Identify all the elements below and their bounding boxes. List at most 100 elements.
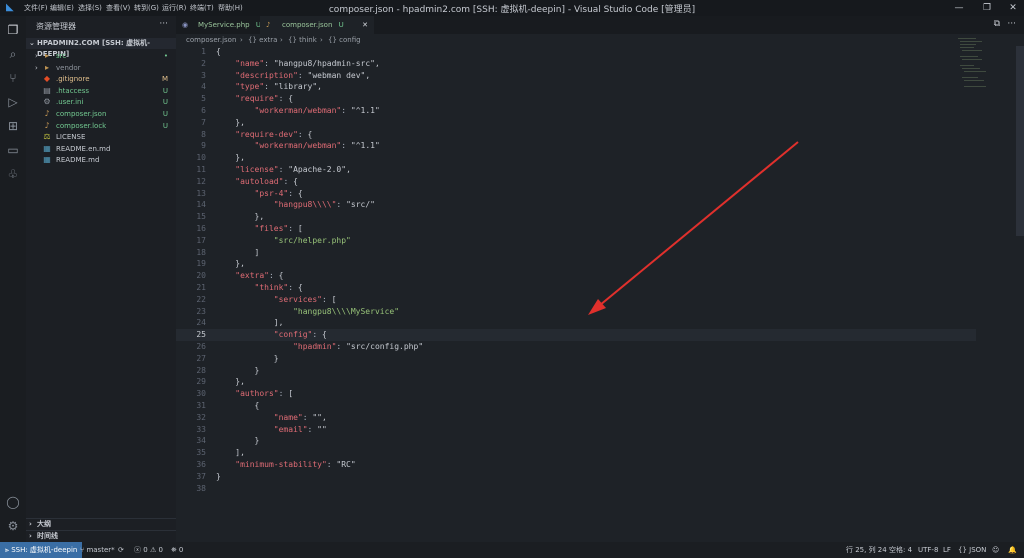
language-mode[interactable]: {} JSON [958, 542, 986, 558]
extensions-icon[interactable]: ⊞ [5, 118, 21, 134]
code-text: "autoload": { [235, 176, 298, 186]
feedback-icon[interactable]: ☺ [992, 542, 999, 558]
tree-item[interactable]: ▦ README.md [26, 155, 176, 166]
line-number: 17 [196, 235, 206, 245]
code-line: 28 } [176, 365, 976, 377]
tree-item-label: README.md [56, 156, 100, 165]
editor-more-icon[interactable]: ··· [1007, 19, 1016, 29]
tree-item[interactable]: › ▸ src • [26, 51, 176, 62]
code-line: 38 [176, 483, 976, 495]
run-debug-icon[interactable]: ▷ [5, 94, 21, 110]
code-line: 29 }, [176, 376, 976, 388]
ports-indicator[interactable]: ⛯ 0 [171, 542, 183, 558]
sync-icon[interactable]: ⟳ [118, 542, 124, 558]
timeline-section[interactable]: › 时间线 [26, 530, 176, 542]
line-number: 38 [196, 483, 206, 493]
close-tab-icon[interactable]: ✕ [362, 16, 368, 34]
line-number: 20 [196, 271, 206, 281]
tree-item[interactable]: ▦ README.en.md [26, 144, 176, 155]
tab-bar: ◉ MyService.php U ♪ composer.json U ✕ ⧉ … [176, 16, 1024, 34]
markdown-icon: ▦ [43, 155, 51, 165]
tree-item-label: .gitignore [56, 75, 90, 84]
chevron-right-icon: › [240, 36, 243, 44]
line-number: 16 [196, 224, 206, 233]
breadcrumb-item[interactable]: {} extra [248, 34, 277, 46]
line-number: 5 [201, 94, 206, 104]
problems-indicator[interactable]: ⓧ 0 ⚠ 0 [134, 542, 163, 558]
chevron-right-icon: › [29, 532, 32, 540]
indentation[interactable]: 空格: 4 [889, 542, 912, 558]
tree-item[interactable]: ⚙ .user.ini U [26, 97, 176, 108]
tree-item-label: composer.json [56, 110, 107, 118]
settings-gear-icon[interactable]: ⚙ [5, 518, 21, 534]
tree-item[interactable]: ♪ composer.json U [26, 109, 176, 120]
code-text: "minimum-stability": "RC" [235, 460, 356, 469]
line-number: 4 [201, 82, 206, 92]
search-icon[interactable]: ⌕ [5, 46, 21, 62]
line-number: 30 [196, 389, 206, 399]
breadcrumb-item[interactable]: {} config [328, 34, 361, 46]
code-line: 33 "email": "" [176, 424, 976, 436]
code-text: "email": "" [273, 424, 327, 434]
chevron-right-icon: › [320, 36, 323, 44]
end-of-line[interactable]: LF [943, 542, 951, 558]
code-line: 27 } [176, 353, 976, 365]
code-text: "type": "library", [235, 82, 322, 92]
tree-item[interactable]: ▤ .htaccess U [26, 86, 176, 97]
explorer-icon[interactable]: ❐ [5, 22, 21, 38]
tab-composer-json[interactable]: ♪ composer.json U ✕ [260, 16, 374, 34]
code-text: "hangpu8\\\\": "src/" [273, 200, 375, 210]
notifications-icon[interactable]: 🔔 [1008, 542, 1017, 558]
tree-item-label: README.en.md [56, 144, 111, 153]
outline-section[interactable]: › 大纲 [26, 518, 176, 530]
maximize-button[interactable]: ❐ [978, 1, 996, 15]
ports-count: 0 [178, 546, 184, 554]
code-text: "workerman/webman": "^1.1" [254, 141, 380, 151]
line-number: 8 [201, 129, 206, 139]
remote-explorer-icon[interactable]: ▭ [5, 142, 21, 158]
close-button[interactable]: ✕ [1004, 1, 1022, 15]
tree-item[interactable]: › ▸ vendor [26, 63, 176, 74]
tree-item[interactable]: ◆ .gitignore M [26, 74, 176, 85]
composer-file-icon: ♪ [266, 21, 271, 29]
code-text: "name": "hangpu8/hpadmin-src", [235, 58, 380, 68]
minimap[interactable] [954, 34, 1014, 94]
vertical-scrollbar[interactable] [1016, 46, 1024, 236]
breadcrumb-item[interactable]: composer.json [186, 34, 236, 46]
source-control-icon[interactable]: ⑂ [5, 70, 21, 86]
tree-icon[interactable]: ♧ [5, 166, 21, 182]
line-number: 18 [196, 247, 206, 257]
cursor-position[interactable]: 行 25, 列 24 [846, 542, 887, 558]
minimize-button[interactable]: — [950, 1, 968, 15]
split-editor-icon[interactable]: ⧉ [994, 19, 1000, 29]
line-number: 33 [196, 424, 206, 434]
more-actions-icon[interactable]: ··· [159, 19, 168, 29]
line-number: 13 [196, 188, 206, 198]
line-number: 31 [196, 401, 206, 410]
line-number: 1 [201, 47, 206, 56]
branch-indicator[interactable]: ⑂ master* [80, 542, 115, 558]
remote-label: SSH: 虚拟机-deepin [11, 546, 78, 554]
tree-item[interactable]: ♪ composer.lock U [26, 121, 176, 132]
code-text: "description": "webman dev", [235, 70, 371, 80]
code-line: 6 "workerman/webman": "^1.1" [176, 105, 976, 117]
code-text: }, [216, 153, 245, 163]
workspace-folder[interactable]: ⌄ HPADMIN2.COM [SSH: 虚拟机-DEEPIN] [26, 38, 176, 58]
remote-indicator[interactable]: ⫸ SSH: 虚拟机-deepin [0, 542, 83, 558]
code-text: } [216, 353, 279, 363]
ports-icon: ⛯ [171, 546, 177, 554]
chevron-right-icon: › [280, 36, 283, 44]
tree-item-label: LICENSE [56, 133, 86, 142]
branch-icon: ⑂ [80, 546, 85, 554]
tree-item[interactable]: ⚖ LICENSE [26, 132, 176, 143]
line-number: 19 [196, 259, 206, 269]
code-line: 4 "type": "library", [176, 81, 976, 93]
code-line: 35 ], [176, 447, 976, 459]
window-title: composer.json - hpadmin2.com [SSH: 虚拟机-d… [328, 5, 696, 15]
breadcrumb-item[interactable]: {} think [288, 34, 317, 46]
account-icon[interactable]: ◯ [5, 494, 21, 510]
tree-item-label: src [56, 52, 67, 60]
language-label: JSON [969, 546, 987, 554]
tree-item-status: U [162, 110, 168, 118]
encoding[interactable]: UTF-8 [918, 542, 938, 558]
